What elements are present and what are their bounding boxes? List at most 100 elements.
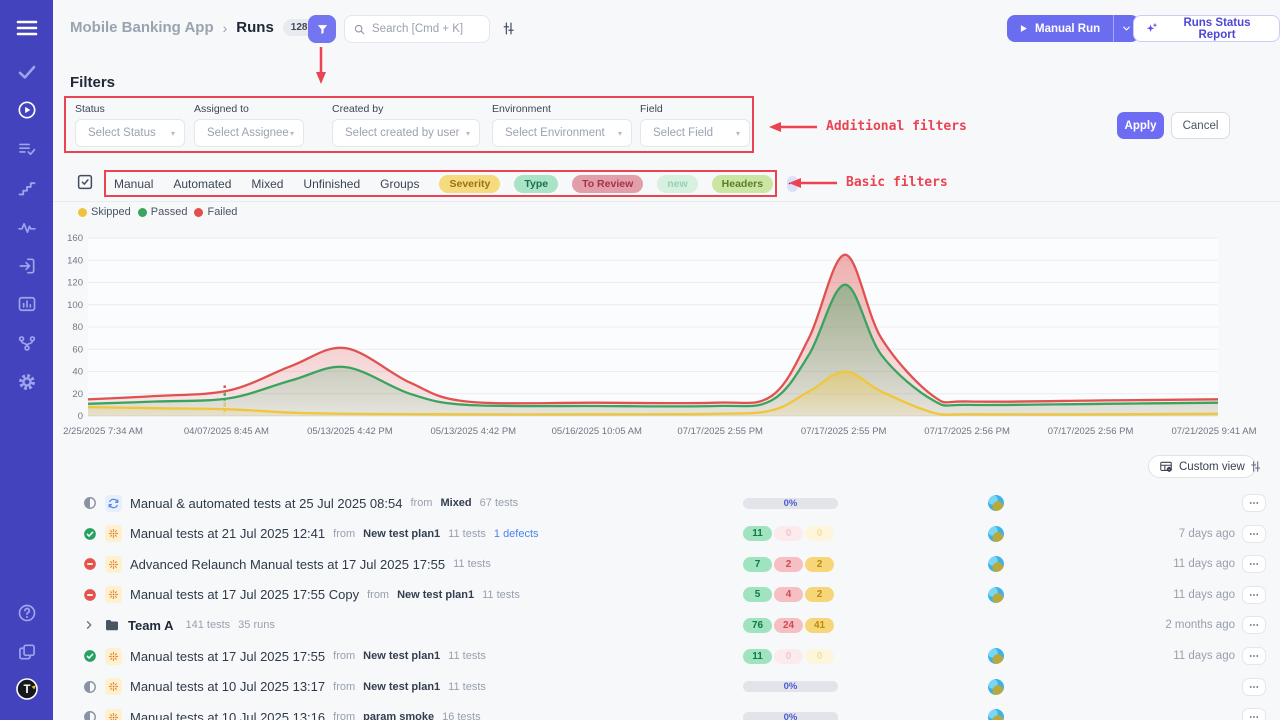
plan-name[interactable]: Mixed — [440, 497, 471, 509]
filter-tag-to-review[interactable]: To Review — [572, 175, 643, 193]
filter-toggle-button[interactable] — [308, 15, 336, 43]
filter-tab-manual[interactable]: Manual — [114, 177, 153, 191]
sidebar-item-import[interactable] — [0, 249, 53, 283]
sidebar-item-list-check[interactable] — [0, 132, 53, 166]
run-row[interactable]: Manual tests at 17 Jul 2025 17:55 Copyfr… — [53, 580, 1280, 610]
chevron-down-icon — [1121, 23, 1132, 34]
branch-icon — [17, 333, 37, 353]
plan-name[interactable]: param smoke — [363, 711, 434, 720]
defects-link[interactable]: 1 defects — [494, 528, 539, 540]
group-tests-count: 141 tests — [186, 619, 231, 631]
chevron-right-icon[interactable] — [83, 619, 95, 631]
row-more-button[interactable] — [1242, 525, 1266, 543]
run-title[interactable]: Manual tests at 10 Jul 2025 13:16 — [130, 710, 325, 720]
filter-tag-severity[interactable]: Severity — [439, 175, 500, 193]
legend-dot — [194, 208, 203, 217]
filter-tag-type[interactable]: Type — [514, 175, 558, 193]
result-badge-pink-faded: 0 — [774, 526, 803, 541]
run-row[interactable]: Manual tests at 10 Jul 2025 13:16frompar… — [53, 702, 1280, 720]
sidebar-item-pulse[interactable] — [0, 211, 53, 245]
sidebar-item-play-circle[interactable] — [0, 93, 53, 127]
filter-select[interactable]: Select Status▾ — [75, 119, 185, 147]
run-row[interactable]: Manual & automated tests at 25 Jul 2025 … — [53, 488, 1280, 518]
apply-button[interactable]: Apply — [1117, 112, 1164, 139]
tests-count: 16 tests — [442, 711, 481, 720]
import-icon — [17, 256, 37, 276]
sidebar-item-copy[interactable] — [0, 635, 53, 669]
tests-count: 11 tests — [448, 528, 486, 540]
sidebar-item-logo-t[interactable]: T — [0, 672, 53, 706]
legend-item-passed[interactable]: Passed — [138, 206, 188, 218]
run-row[interactable]: Manual tests at 10 Jul 2025 13:17fromNew… — [53, 672, 1280, 702]
filter-tag-new[interactable]: new — [657, 175, 697, 193]
legend-label: Failed — [207, 206, 237, 218]
progress-label: 0% — [743, 712, 838, 720]
plan-name[interactable]: New test plan1 — [363, 650, 440, 662]
compose-icon[interactable] — [76, 173, 94, 196]
filter-select[interactable]: Select Assignee▾ — [194, 119, 304, 147]
manual-run-button[interactable]: Manual Run — [1007, 15, 1139, 42]
run-title[interactable]: Manual tests at 17 Jul 2025 17:55 — [130, 649, 325, 664]
search-settings-button[interactable] — [500, 20, 517, 37]
filter-field-label: Created by — [332, 103, 480, 115]
run-title[interactable]: Manual tests at 10 Jul 2025 13:17 — [130, 679, 325, 694]
spark-icon — [105, 709, 122, 720]
x-tick-label: 04/07/2025 8:45 AM — [184, 426, 269, 437]
row-more-button[interactable] — [1242, 678, 1266, 696]
sidebar-item-hamburger[interactable] — [0, 11, 53, 45]
cancel-button[interactable]: Cancel — [1171, 112, 1230, 139]
filter-tab-mixed[interactable]: Mixed — [251, 177, 283, 191]
filter-tag-headers[interactable]: Headers — [712, 175, 773, 193]
row-more-button[interactable] — [1242, 616, 1266, 634]
sidebar-item-branch[interactable] — [0, 326, 53, 360]
search-box[interactable] — [344, 15, 490, 43]
run-title[interactable]: Advanced Relaunch Manual tests at 17 Jul… — [130, 557, 445, 572]
search-input[interactable] — [372, 23, 481, 35]
legend-item-failed[interactable]: Failed — [194, 206, 237, 218]
sidebar: T — [0, 0, 53, 720]
sidebar-item-check[interactable] — [0, 55, 53, 89]
sidebar-item-gear[interactable] — [0, 365, 53, 399]
spark-icon — [105, 678, 122, 695]
y-tick-label: 20 — [72, 389, 83, 400]
legend-item-skipped[interactable]: Skipped — [78, 206, 131, 218]
run-row[interactable]: Manual tests at 21 Jul 2025 12:41fromNew… — [53, 519, 1280, 549]
filter-select[interactable]: Select Field▾ — [640, 119, 750, 147]
run-title[interactable]: Manual tests at 21 Jul 2025 12:41 — [130, 526, 325, 541]
run-title[interactable]: Manual tests at 17 Jul 2025 17:55 Copy — [130, 587, 359, 602]
filter-tab-automated[interactable]: Automated — [173, 177, 231, 191]
filter-field-status: StatusSelect Status▾ — [75, 103, 185, 147]
custom-view-button[interactable]: Custom view — [1148, 455, 1256, 478]
row-more-button[interactable] — [1242, 555, 1266, 573]
avatar — [988, 495, 1004, 511]
list-settings-button[interactable] — [1248, 459, 1263, 474]
row-more-button[interactable] — [1242, 708, 1266, 720]
plan-name[interactable]: New test plan1 — [363, 681, 440, 693]
sidebar-item-help[interactable] — [0, 596, 53, 630]
from-label: from — [333, 650, 355, 662]
y-tick-label: 100 — [67, 300, 83, 311]
result-badge-green: 7 — [743, 557, 772, 572]
manual-run-main[interactable]: Manual Run — [1007, 15, 1113, 42]
group-title[interactable]: Team A — [128, 618, 174, 633]
run-row[interactable]: Manual tests at 17 Jul 2025 17:55 from New… — [53, 641, 1280, 671]
filter-select[interactable]: Select created by user▾ — [332, 119, 480, 147]
filter-select[interactable]: Select Environment▾ — [492, 119, 632, 147]
filter-tab-unfinished[interactable]: Unfinished — [303, 177, 360, 191]
status-in-progress-icon — [83, 496, 97, 510]
tests-count: 67 tests — [480, 497, 519, 509]
row-more-button[interactable] — [1242, 586, 1266, 604]
breadcrumb-project[interactable]: Mobile Banking App — [70, 19, 214, 36]
sidebar-item-stairs[interactable] — [0, 172, 53, 206]
progress-label: 0% — [743, 498, 838, 509]
runs-status-report-button[interactable]: Runs Status Report — [1133, 15, 1280, 42]
run-title[interactable]: Manual & automated tests at 25 Jul 2025 … — [130, 496, 402, 511]
run-row[interactable]: Advanced Relaunch Manual tests at 17 Jul… — [53, 549, 1280, 579]
filter-tab-groups[interactable]: Groups — [380, 177, 419, 191]
sidebar-item-bar-chart[interactable] — [0, 287, 53, 321]
row-more-button[interactable] — [1242, 647, 1266, 665]
group-row[interactable]: Team A141 tests35 runs7624412 months ago — [53, 610, 1280, 640]
row-more-button[interactable] — [1242, 494, 1266, 512]
plan-name[interactable]: New test plan1 — [363, 528, 440, 540]
plan-name[interactable]: New test plan1 — [397, 589, 474, 601]
